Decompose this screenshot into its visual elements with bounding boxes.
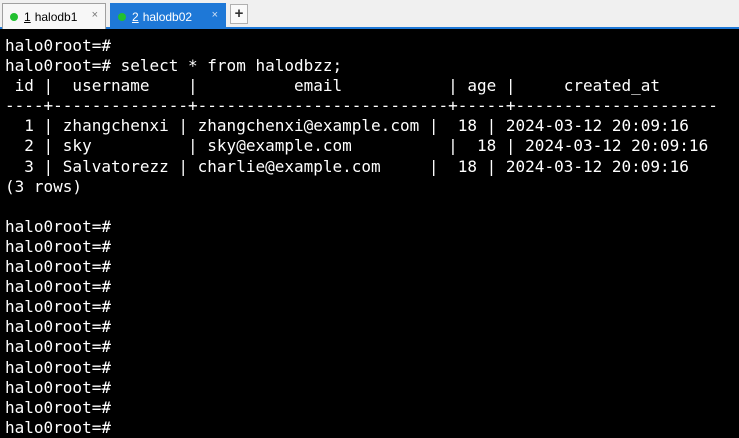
tab-halodb1[interactable]: 1 halodb1 ×: [2, 3, 106, 29]
terminal-line: 2 | sky | sky@example.com | 18 | 2024-03…: [5, 136, 709, 156]
tab-number: 2: [132, 9, 139, 24]
terminal-line: halo0root=#: [5, 36, 111, 55]
tab-title: halodb1: [34, 9, 78, 24]
tab-bar: 1 halodb1 × 2 halodb02 × +: [0, 0, 739, 29]
tab-title: halodb02: [142, 9, 193, 24]
terminal-line: halo0root=#: [5, 397, 111, 417]
terminal-line: halo0root=#: [5, 277, 111, 297]
new-tab-button[interactable]: +: [230, 4, 248, 24]
terminal-line: halo0root=#: [5, 417, 111, 437]
terminal-line: halo0root=#: [5, 337, 111, 357]
terminal-line: id | username | email | age | created_at: [5, 76, 661, 96]
terminal-line: halo0root=#: [5, 216, 111, 236]
terminal-line: ----+--------------+--------------------…: [5, 96, 718, 116]
terminal-line: 3 | Salvatorezz | charlie@example.com | …: [5, 156, 689, 176]
status-dot-icon: [118, 12, 126, 21]
terminal-line: 1 | zhangchenxi | zhangchenxi@example.co…: [5, 116, 689, 136]
close-icon[interactable]: ×: [212, 9, 218, 21]
terminal-line: halo0root=# select * from halodbzz;: [5, 56, 343, 76]
status-dot-icon: [10, 12, 18, 21]
terminal-line: halo0root=#: [5, 317, 111, 337]
terminal-line: (3 rows): [5, 176, 83, 196]
terminal-line: halo0root=#: [5, 377, 111, 397]
terminal-output[interactable]: halo0root=# halo0root=# select * from hal…: [5, 36, 739, 438]
tab-halodb02[interactable]: 2 halodb02 ×: [110, 3, 226, 29]
terminal-line: halo0root=#: [5, 257, 111, 277]
tab-number: 1: [24, 9, 31, 24]
terminal-line: halo0root=#: [5, 236, 111, 256]
terminal-line: halo0root=#: [5, 357, 111, 377]
close-icon[interactable]: ×: [92, 9, 98, 21]
terminal-line: halo0root=#: [5, 297, 111, 317]
